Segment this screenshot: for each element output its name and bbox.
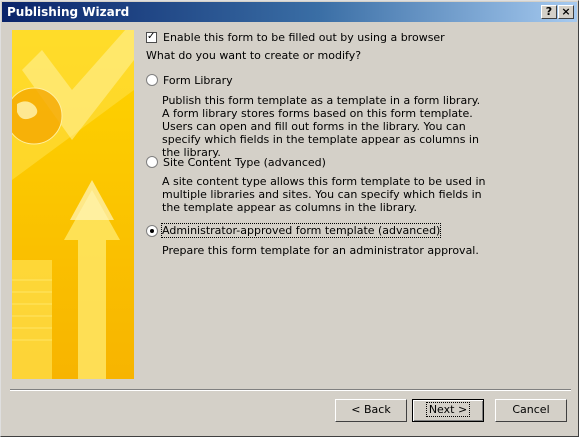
- option-form-library-description: Publish this form template as a template…: [162, 94, 481, 159]
- question-text: What do you want to create or modify?: [146, 49, 362, 62]
- option-admin-approved-label: Administrator-approved form template (ad…: [160, 223, 442, 238]
- enable-browser-label: Enable this form to be filled out by usi…: [163, 31, 445, 44]
- help-button[interactable]: ?: [541, 5, 557, 19]
- button-separator: [10, 389, 571, 391]
- wizard-banner-image: [12, 30, 134, 379]
- next-button[interactable]: Next >: [412, 399, 484, 422]
- banner-graphic: [12, 30, 134, 379]
- radio-site-content-type[interactable]: [146, 156, 158, 168]
- enable-browser-checkbox[interactable]: ✓ Enable this form to be filled out by u…: [146, 31, 566, 45]
- check-mark-icon: ✓: [147, 31, 156, 42]
- title-bar[interactable]: Publishing Wizard ? ×: [2, 2, 577, 22]
- back-button[interactable]: < Back: [335, 399, 407, 422]
- option-admin-approved-description: Prepare this form template for an admini…: [162, 244, 479, 257]
- cancel-button-label: Cancel: [512, 403, 550, 416]
- radio-selected-dot: [150, 229, 154, 233]
- option-site-content-type-description: A site content type allows this form tem…: [162, 175, 486, 214]
- window-title: Publishing Wizard: [7, 5, 130, 19]
- back-button-label: < Back: [351, 403, 391, 416]
- option-form-library-label: Form Library: [163, 74, 233, 87]
- option-site-content-type-label: Site Content Type (advanced): [163, 156, 326, 169]
- cancel-button[interactable]: Cancel: [495, 399, 567, 422]
- radio-admin-approved[interactable]: [146, 225, 158, 237]
- close-button[interactable]: ×: [558, 5, 574, 19]
- checkbox-box[interactable]: ✓: [146, 31, 157, 43]
- next-button-label: Next >: [425, 402, 471, 417]
- radio-form-library[interactable]: [146, 74, 158, 86]
- publishing-wizard-dialog: Publishing Wizard ? × ✓ Enable this form…: [0, 0, 579, 437]
